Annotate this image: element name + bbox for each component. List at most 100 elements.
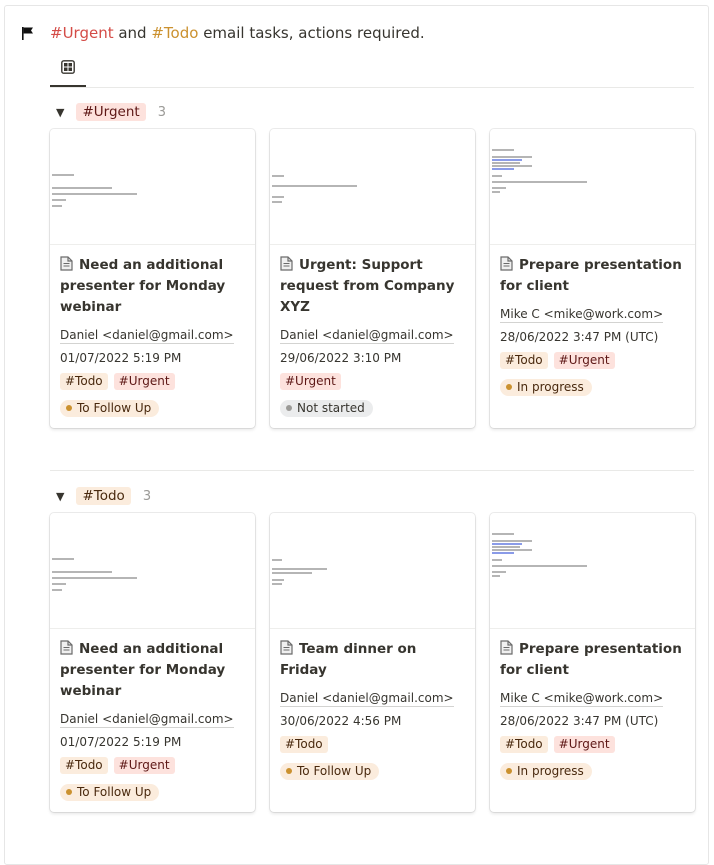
page-icon bbox=[280, 256, 293, 271]
preview-line bbox=[492, 175, 502, 177]
preview-line bbox=[492, 540, 532, 542]
email-date: 28/06/2022 3:47 PM (UTC) bbox=[500, 714, 659, 728]
card-gallery: Need an additional presenter for Monday … bbox=[50, 513, 695, 812]
page-icon bbox=[280, 640, 293, 655]
email-card[interactable]: Need an additional presenter for Monday … bbox=[50, 129, 255, 428]
tag-list: #Todo #Urgent bbox=[500, 352, 685, 369]
preview-line bbox=[272, 185, 357, 187]
preview-line bbox=[492, 546, 520, 548]
group-header: ▼ #Urgent 3 bbox=[50, 100, 694, 124]
view-tabs bbox=[50, 56, 694, 88]
page-title: #Urgent and #Todo email tasks, actions r… bbox=[50, 24, 425, 42]
preview-line bbox=[492, 191, 500, 193]
group-header: ▼ #Todo 3 bbox=[50, 484, 694, 508]
preview-line bbox=[492, 549, 532, 551]
preview-line bbox=[492, 159, 522, 161]
tag-chip: #Todo bbox=[280, 736, 328, 753]
email-preview bbox=[50, 129, 255, 245]
email-card[interactable]: Team dinner on Friday Daniel <daniel@gmai… bbox=[270, 513, 475, 812]
email-card[interactable]: Prepare presentation for client Mike C <m… bbox=[490, 513, 695, 812]
status-badge: Not started bbox=[280, 399, 373, 417]
preview-line bbox=[492, 565, 587, 567]
group-tag: #Todo bbox=[76, 487, 131, 505]
status-dot-icon bbox=[66, 405, 72, 411]
tag-chip: #Urgent bbox=[113, 757, 175, 774]
tag-chip: #Urgent bbox=[113, 373, 175, 390]
page-icon bbox=[500, 256, 513, 271]
gallery-icon bbox=[61, 60, 75, 74]
card-gallery: Need an additional presenter for Monday … bbox=[50, 129, 695, 428]
preview-line bbox=[492, 187, 506, 189]
title-todo-tag: #Todo bbox=[151, 24, 199, 42]
group-todo: ▼ #Todo 3 Need an additional presenter for … bbox=[50, 484, 695, 812]
email-date: 30/06/2022 4:56 PM bbox=[280, 714, 402, 728]
status-badge: In progress bbox=[500, 378, 592, 396]
tag-list: #Urgent bbox=[280, 373, 465, 390]
flag-icon bbox=[22, 27, 33, 40]
tag-chip: #Urgent bbox=[553, 736, 615, 753]
preview-line bbox=[52, 558, 74, 560]
preview-line bbox=[272, 583, 282, 585]
preview-line bbox=[52, 571, 112, 573]
page-icon bbox=[500, 640, 513, 655]
preview-line bbox=[492, 162, 520, 164]
tag-chip: #Todo bbox=[60, 757, 108, 774]
group-count: 3 bbox=[157, 104, 166, 120]
preview-line bbox=[52, 199, 66, 201]
status-badge: In progress bbox=[500, 762, 592, 780]
status-dot-icon bbox=[66, 789, 72, 795]
group-count: 3 bbox=[142, 488, 152, 504]
status-badge: To Follow Up bbox=[60, 783, 160, 801]
card-title: Urgent: Support request from Company XYZ bbox=[280, 256, 455, 315]
preview-line bbox=[492, 156, 532, 158]
preview-line bbox=[272, 196, 284, 198]
collapse-toggle-icon[interactable]: ▼ bbox=[56, 106, 64, 119]
tag-chip: #Urgent bbox=[553, 352, 615, 369]
preview-line bbox=[52, 205, 62, 207]
preview-line bbox=[272, 568, 327, 570]
preview-line bbox=[492, 181, 587, 183]
card-title: Prepare presentation for client bbox=[500, 640, 682, 678]
email-date: 01/07/2022 5:19 PM bbox=[60, 351, 182, 365]
status-dot-icon bbox=[286, 405, 292, 411]
sender-email[interactable]: Daniel <daniel@gmail.com> bbox=[60, 711, 234, 728]
email-card[interactable]: Prepare presentation for client Mike C <m… bbox=[490, 129, 695, 428]
preview-line bbox=[492, 533, 514, 535]
tag-list: #Todo #Urgent bbox=[60, 373, 245, 390]
card-title: Prepare presentation for client bbox=[500, 256, 682, 294]
preview-line bbox=[272, 559, 282, 561]
sender-email[interactable]: Daniel <daniel@gmail.com> bbox=[60, 327, 234, 344]
tag-chip: #Urgent bbox=[280, 373, 341, 390]
email-preview bbox=[270, 129, 475, 245]
preview-line bbox=[272, 579, 284, 581]
sender-email[interactable]: Mike C <mike@work.com> bbox=[500, 306, 664, 323]
email-card[interactable]: Need an additional presenter for Monday … bbox=[50, 513, 255, 812]
group-urgent: ▼ #Urgent 3 Need an additional presenter fo… bbox=[50, 100, 695, 428]
status-dot-icon bbox=[286, 768, 292, 774]
sender-email[interactable]: Mike C <mike@work.com> bbox=[500, 690, 664, 707]
tag-list: #Todo #Urgent bbox=[500, 736, 685, 753]
status-dot-icon bbox=[506, 768, 512, 774]
preview-line bbox=[52, 583, 66, 585]
status-badge: To Follow Up bbox=[60, 399, 160, 417]
preview-line bbox=[272, 201, 282, 203]
email-date: 28/06/2022 3:47 PM (UTC) bbox=[500, 330, 659, 344]
card-title: Need an additional presenter for Monday … bbox=[60, 256, 226, 315]
preview-line bbox=[52, 577, 137, 579]
sender-email[interactable]: Daniel <daniel@gmail.com> bbox=[280, 327, 454, 344]
preview-line bbox=[492, 165, 532, 167]
tag-chip: #Todo bbox=[500, 352, 548, 369]
title-urgent-tag: #Urgent bbox=[50, 24, 114, 42]
email-preview bbox=[490, 129, 695, 245]
collapse-toggle-icon[interactable]: ▼ bbox=[56, 490, 64, 503]
preview-line bbox=[492, 575, 500, 577]
email-card[interactable]: Urgent: Support request from Company XYZ… bbox=[270, 129, 475, 428]
page-header: #Urgent and #Todo email tasks, actions r… bbox=[20, 24, 425, 42]
preview-line bbox=[52, 187, 112, 189]
preview-line bbox=[52, 193, 137, 195]
email-preview bbox=[490, 513, 695, 629]
card-title: Need an additional presenter for Monday … bbox=[60, 640, 226, 699]
tab-gallery-view[interactable] bbox=[50, 56, 86, 87]
sender-email[interactable]: Daniel <daniel@gmail.com> bbox=[280, 690, 454, 707]
tag-list: #Todo #Urgent bbox=[60, 757, 245, 774]
